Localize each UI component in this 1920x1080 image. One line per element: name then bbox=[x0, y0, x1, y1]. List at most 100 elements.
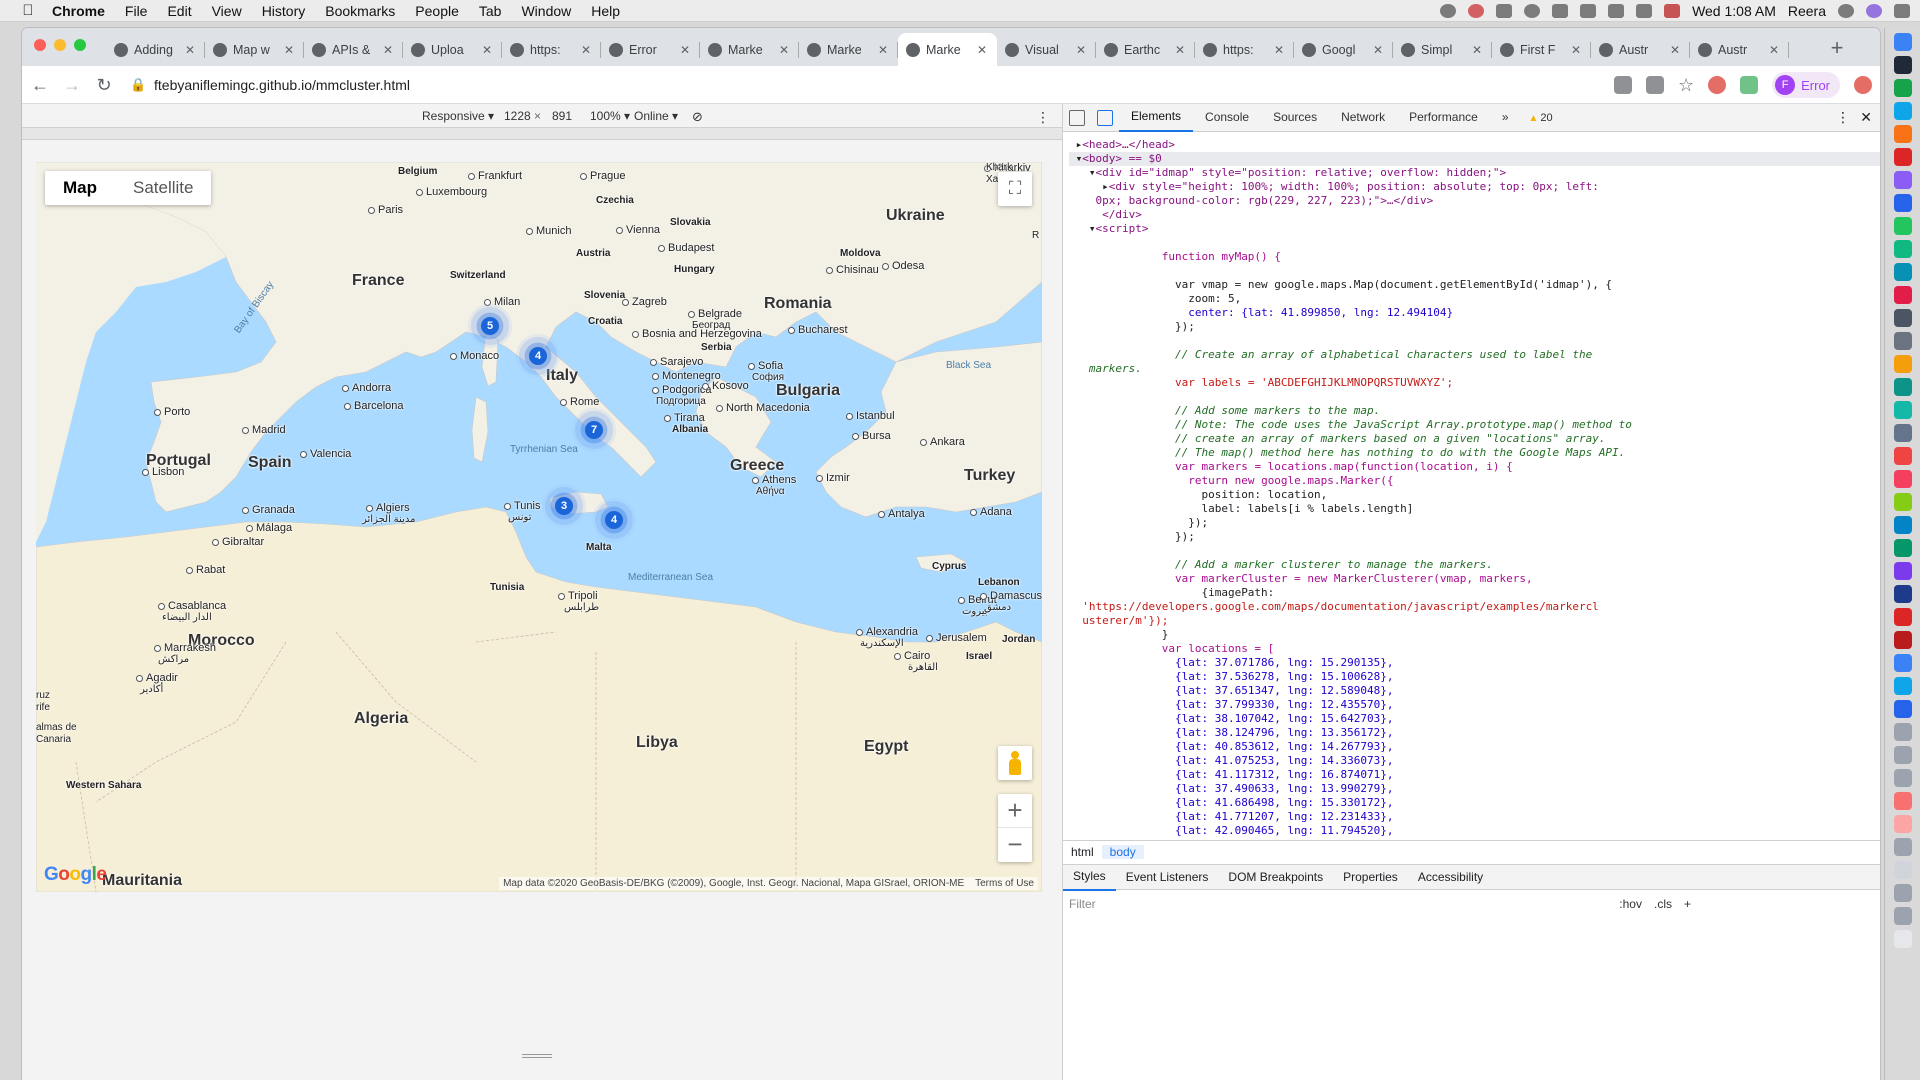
apple-icon[interactable]:  bbox=[14, 2, 42, 19]
siri-icon[interactable] bbox=[1866, 4, 1882, 18]
tab-4[interactable]: https: ✕ bbox=[502, 33, 601, 66]
clock[interactable]: Wed 1:08 AM bbox=[1692, 3, 1776, 19]
close-tab-icon[interactable]: ✕ bbox=[1371, 43, 1385, 57]
tree-div-idmap[interactable]: ▾<div id="idmap" style="position: relati… bbox=[1069, 166, 1880, 180]
tab-sources[interactable]: Sources bbox=[1261, 104, 1329, 131]
devtools-menu-icon[interactable]: ⋮ bbox=[1836, 109, 1850, 126]
zoom-window-button[interactable] bbox=[74, 39, 86, 51]
record-icon[interactable] bbox=[1468, 4, 1485, 18]
dock-app-icon[interactable] bbox=[1893, 125, 1912, 143]
minimize-window-button[interactable] bbox=[54, 39, 66, 51]
dock-app-icon[interactable] bbox=[1893, 401, 1912, 419]
close-tab-icon[interactable]: ✕ bbox=[1074, 43, 1088, 57]
tab-14[interactable]: First F ✕ bbox=[1492, 33, 1591, 66]
menu-history[interactable]: History bbox=[252, 3, 316, 19]
dock-app-icon[interactable] bbox=[1893, 148, 1912, 166]
menu-people[interactable]: People bbox=[405, 3, 469, 19]
dock-app-icon[interactable] bbox=[1893, 263, 1912, 281]
dock-app-icon[interactable] bbox=[1893, 746, 1912, 764]
tab-13[interactable]: Simpl ✕ bbox=[1393, 33, 1492, 66]
tab-event-listeners[interactable]: Event Listeners bbox=[1116, 865, 1219, 890]
close-devtools-icon[interactable]: ✕ bbox=[1860, 109, 1872, 126]
dock-app-icon[interactable] bbox=[1893, 79, 1912, 97]
menu-app-name[interactable]: Chrome bbox=[42, 3, 115, 19]
media-query-ruler[interactable] bbox=[22, 128, 1062, 140]
dock-app-icon[interactable] bbox=[1893, 907, 1912, 925]
close-tab-icon[interactable]: ✕ bbox=[1767, 43, 1781, 57]
dock-app-icon[interactable] bbox=[1893, 102, 1912, 120]
dock-app-icon[interactable] bbox=[1893, 562, 1912, 580]
new-tab-button[interactable]: + bbox=[1822, 33, 1852, 63]
close-tab-icon[interactable]: ✕ bbox=[183, 43, 197, 57]
tab-7[interactable]: Marke ✕ bbox=[799, 33, 898, 66]
marker-cluster[interactable]: 4 bbox=[516, 334, 560, 378]
dock-app-icon[interactable] bbox=[1893, 424, 1912, 442]
adblock-icon[interactable] bbox=[1708, 76, 1727, 94]
menu-help[interactable]: Help bbox=[581, 3, 630, 19]
tab-console[interactable]: Console bbox=[1193, 104, 1261, 131]
tab-1[interactable]: Map w ✕ bbox=[205, 33, 304, 66]
tab-performance[interactable]: Performance bbox=[1397, 104, 1490, 131]
wifi-icon[interactable] bbox=[1608, 4, 1625, 18]
gmail-icon[interactable] bbox=[1496, 4, 1513, 18]
tab-dom-breakpoints[interactable]: DOM Breakpoints bbox=[1218, 865, 1333, 890]
street-view-pegman-icon[interactable] bbox=[998, 746, 1032, 780]
close-tab-icon[interactable]: ✕ bbox=[381, 43, 395, 57]
dock-app-icon[interactable] bbox=[1893, 700, 1912, 718]
airplay-icon[interactable] bbox=[1580, 4, 1597, 18]
flag-icon[interactable] bbox=[1664, 4, 1681, 18]
map-type-map-button[interactable]: Map bbox=[45, 171, 115, 205]
user-name[interactable]: Reera bbox=[1788, 3, 1826, 19]
terms-link[interactable]: Terms of Use bbox=[975, 878, 1034, 889]
dock-app-icon[interactable] bbox=[1893, 608, 1912, 626]
extension-icon[interactable] bbox=[1740, 76, 1759, 94]
tree-head[interactable]: ▸<head>…</head> bbox=[1069, 138, 1880, 152]
close-tab-icon[interactable]: ✕ bbox=[1668, 43, 1682, 57]
close-tab-icon[interactable]: ✕ bbox=[975, 43, 989, 57]
tab-8[interactable]: Marke ✕ bbox=[898, 33, 997, 66]
dock-app-icon[interactable] bbox=[1893, 194, 1912, 212]
dock-app-icon[interactable] bbox=[1893, 769, 1912, 787]
dock-app-icon[interactable] bbox=[1893, 654, 1912, 672]
update-error-icon[interactable] bbox=[1854, 76, 1872, 94]
dock-app-icon[interactable] bbox=[1893, 309, 1912, 327]
close-tab-icon[interactable]: ✕ bbox=[876, 43, 890, 57]
class-toggle[interactable]: .cls bbox=[1654, 897, 1672, 911]
menu-edit[interactable]: Edit bbox=[157, 3, 201, 19]
profile-error-button[interactable]: F Error bbox=[1772, 72, 1840, 98]
elements-tree[interactable]: ▸<head>…</head> ▾<body> == $0 ▾<div id="… bbox=[1063, 132, 1880, 840]
viewport-width-input[interactable]: 1228 bbox=[504, 109, 531, 123]
close-window-button[interactable] bbox=[34, 39, 46, 51]
filter-input[interactable]: Filter bbox=[1069, 897, 1096, 911]
dock-app-icon[interactable] bbox=[1893, 585, 1912, 603]
back-icon[interactable]: ← bbox=[26, 71, 54, 99]
more-tabs-icon[interactable]: » bbox=[1490, 104, 1521, 131]
dock-app-icon[interactable] bbox=[1893, 723, 1912, 741]
tab-properties[interactable]: Properties bbox=[1333, 865, 1408, 890]
tab-3[interactable]: Uploa ✕ bbox=[403, 33, 502, 66]
tree-div-inner[interactable]: ▸<div style="height: 100%; width: 100%; … bbox=[1069, 180, 1880, 194]
dock-app-icon[interactable] bbox=[1893, 470, 1912, 488]
tree-body[interactable]: ▾<body> == $0 bbox=[1069, 152, 1880, 166]
tree-script[interactable]: ▾<script> bbox=[1069, 222, 1880, 236]
dock-app-icon[interactable] bbox=[1893, 378, 1912, 396]
close-tab-icon[interactable]: ✕ bbox=[282, 43, 296, 57]
close-tab-icon[interactable]: ✕ bbox=[1173, 43, 1187, 57]
url-text[interactable]: ftebyaniflemingc.github.io/mmcluster.htm… bbox=[154, 77, 410, 93]
dock-app-icon[interactable] bbox=[1893, 56, 1912, 74]
cast-icon[interactable] bbox=[1645, 76, 1664, 94]
marker-cluster[interactable]: 5 bbox=[468, 304, 512, 348]
menu-file[interactable]: File bbox=[115, 3, 158, 19]
inspect-element-icon[interactable] bbox=[1069, 109, 1085, 126]
tab-6[interactable]: Marke ✕ bbox=[700, 33, 799, 66]
new-rule-button[interactable]: + bbox=[1684, 897, 1691, 911]
tab-12[interactable]: Googl ✕ bbox=[1294, 33, 1393, 66]
warnings-badge[interactable]: 20 bbox=[1529, 112, 1552, 124]
google-logo[interactable]: Google bbox=[44, 864, 107, 886]
close-tab-icon[interactable]: ✕ bbox=[1272, 43, 1286, 57]
tab-2[interactable]: APIs & ✕ bbox=[304, 33, 403, 66]
close-tab-icon[interactable]: ✕ bbox=[579, 43, 593, 57]
tab-16[interactable]: Austr ✕ bbox=[1690, 33, 1789, 66]
sync-icon[interactable] bbox=[1440, 4, 1457, 18]
viewport-height-input[interactable]: 891 bbox=[552, 109, 572, 123]
